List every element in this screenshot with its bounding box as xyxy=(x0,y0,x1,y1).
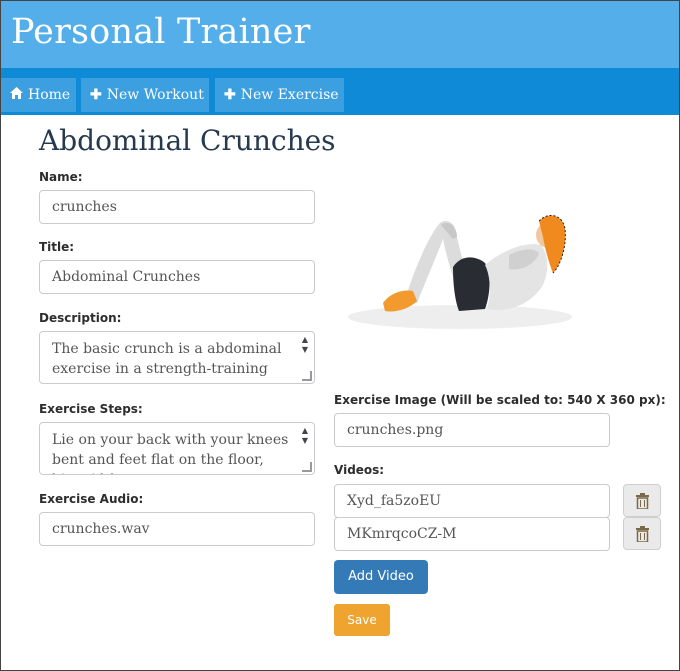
name-label: Name: xyxy=(39,170,83,184)
nav-home[interactable]: Home xyxy=(1,78,76,112)
resize-grip-icon[interactable] xyxy=(302,371,312,381)
exercise-illustration xyxy=(348,214,572,329)
trash-icon xyxy=(636,493,649,509)
audio-field[interactable]: crunches.wav xyxy=(39,512,315,546)
app-title: Personal Trainer xyxy=(11,12,311,52)
nav-new-exercise-label: New Exercise xyxy=(240,87,339,103)
scroll-arrows[interactable]: ▲ ▼ xyxy=(300,335,310,355)
navbar: Home ✚ New Workout ✚ New Exercise xyxy=(1,68,679,115)
image-field[interactable]: crunches.png xyxy=(334,413,610,447)
page-title: Abdominal Crunches xyxy=(39,124,336,157)
video-field-1[interactable]: Xyd_fa5zoEU xyxy=(334,484,610,518)
image-label: Exercise Image (Will be scaled to: 540 X… xyxy=(334,393,666,407)
add-video-button[interactable]: Add Video xyxy=(334,560,428,594)
steps-text: Lie on your back with your knees bent an… xyxy=(52,432,289,474)
nav-new-workout[interactable]: ✚ New Workout xyxy=(81,78,209,112)
description-label: Description: xyxy=(39,311,122,325)
title-field[interactable]: Abdominal Crunches xyxy=(39,260,315,294)
delete-video-button-2[interactable] xyxy=(623,517,661,550)
resize-grip-icon[interactable] xyxy=(302,462,312,472)
scroll-arrows[interactable]: ▲ ▼ xyxy=(300,426,310,446)
trash-icon xyxy=(636,526,649,542)
plus-icon: ✚ xyxy=(224,87,236,103)
description-text: The basic crunch is a abdominal exercise… xyxy=(52,341,282,377)
description-textarea[interactable]: The basic crunch is a abdominal exercise… xyxy=(39,331,315,384)
videos-label: Videos: xyxy=(334,463,385,477)
steps-textarea[interactable]: Lie on your back with your knees bent an… xyxy=(39,422,315,475)
nav-new-workout-label: New Workout xyxy=(106,87,204,103)
steps-label: Exercise Steps: xyxy=(39,402,143,416)
plus-icon: ✚ xyxy=(90,87,102,103)
audio-label: Exercise Audio: xyxy=(39,492,144,506)
nav-new-exercise[interactable]: ✚ New Exercise xyxy=(215,78,344,112)
video-field-2[interactable]: MKmrqcoCZ-M xyxy=(334,517,610,551)
save-button[interactable]: Save xyxy=(334,604,390,636)
home-icon xyxy=(10,78,23,112)
app-header: Personal Trainer xyxy=(1,1,679,68)
delete-video-button-1[interactable] xyxy=(623,484,661,517)
nav-home-label: Home xyxy=(28,87,71,103)
name-field[interactable]: crunches xyxy=(39,190,315,224)
title-label: Title: xyxy=(39,240,75,254)
